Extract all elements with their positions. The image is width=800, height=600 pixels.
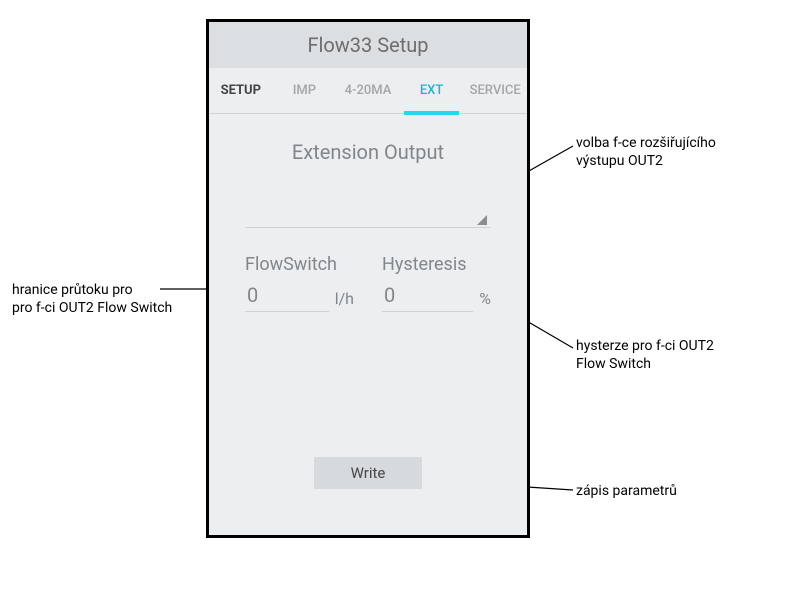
app-title: Flow33 Setup: [209, 22, 527, 68]
annotation-flow-threshold: hranice průtoku pro pro f-ci OUT2 Flow S…: [12, 282, 172, 317]
field-row: FlowSwitch l/h Hysteresis %: [209, 228, 527, 312]
ext-output-dropdown[interactable]: [245, 196, 491, 228]
tab-service[interactable]: SERVICE: [463, 68, 527, 114]
annotation-write: zápis parametrů: [576, 483, 677, 501]
write-button[interactable]: Write: [314, 457, 422, 489]
tab-420ma[interactable]: 4-20MA: [336, 68, 400, 114]
flowswitch-input[interactable]: [245, 281, 329, 312]
hysteresis-label: Hysteresis: [382, 254, 491, 275]
annotation-hysteresis: hysterze pro f-ci OUT2 Flow Switch: [576, 338, 714, 373]
section-title: Extension Output: [209, 114, 527, 164]
phone-surface: Flow33 Setup SETUP IMP 4-20MA EXT SERVIC…: [206, 19, 530, 538]
hysteresis-unit: %: [479, 289, 491, 312]
tab-imp[interactable]: IMP: [273, 68, 337, 114]
annotation-ext-output: volba f-ce rozšiřujícího výstupu OUT2: [576, 135, 716, 170]
flowswitch-field: FlowSwitch l/h: [245, 254, 354, 312]
flowswitch-unit: l/h: [335, 289, 354, 312]
tab-bar: SETUP IMP 4-20MA EXT SERVICE: [209, 68, 527, 114]
hysteresis-input[interactable]: [382, 281, 473, 312]
tab-setup[interactable]: SETUP: [209, 68, 273, 114]
tab-ext[interactable]: EXT: [400, 68, 464, 114]
hysteresis-field: Hysteresis %: [382, 254, 491, 312]
flowswitch-label: FlowSwitch: [245, 254, 354, 275]
